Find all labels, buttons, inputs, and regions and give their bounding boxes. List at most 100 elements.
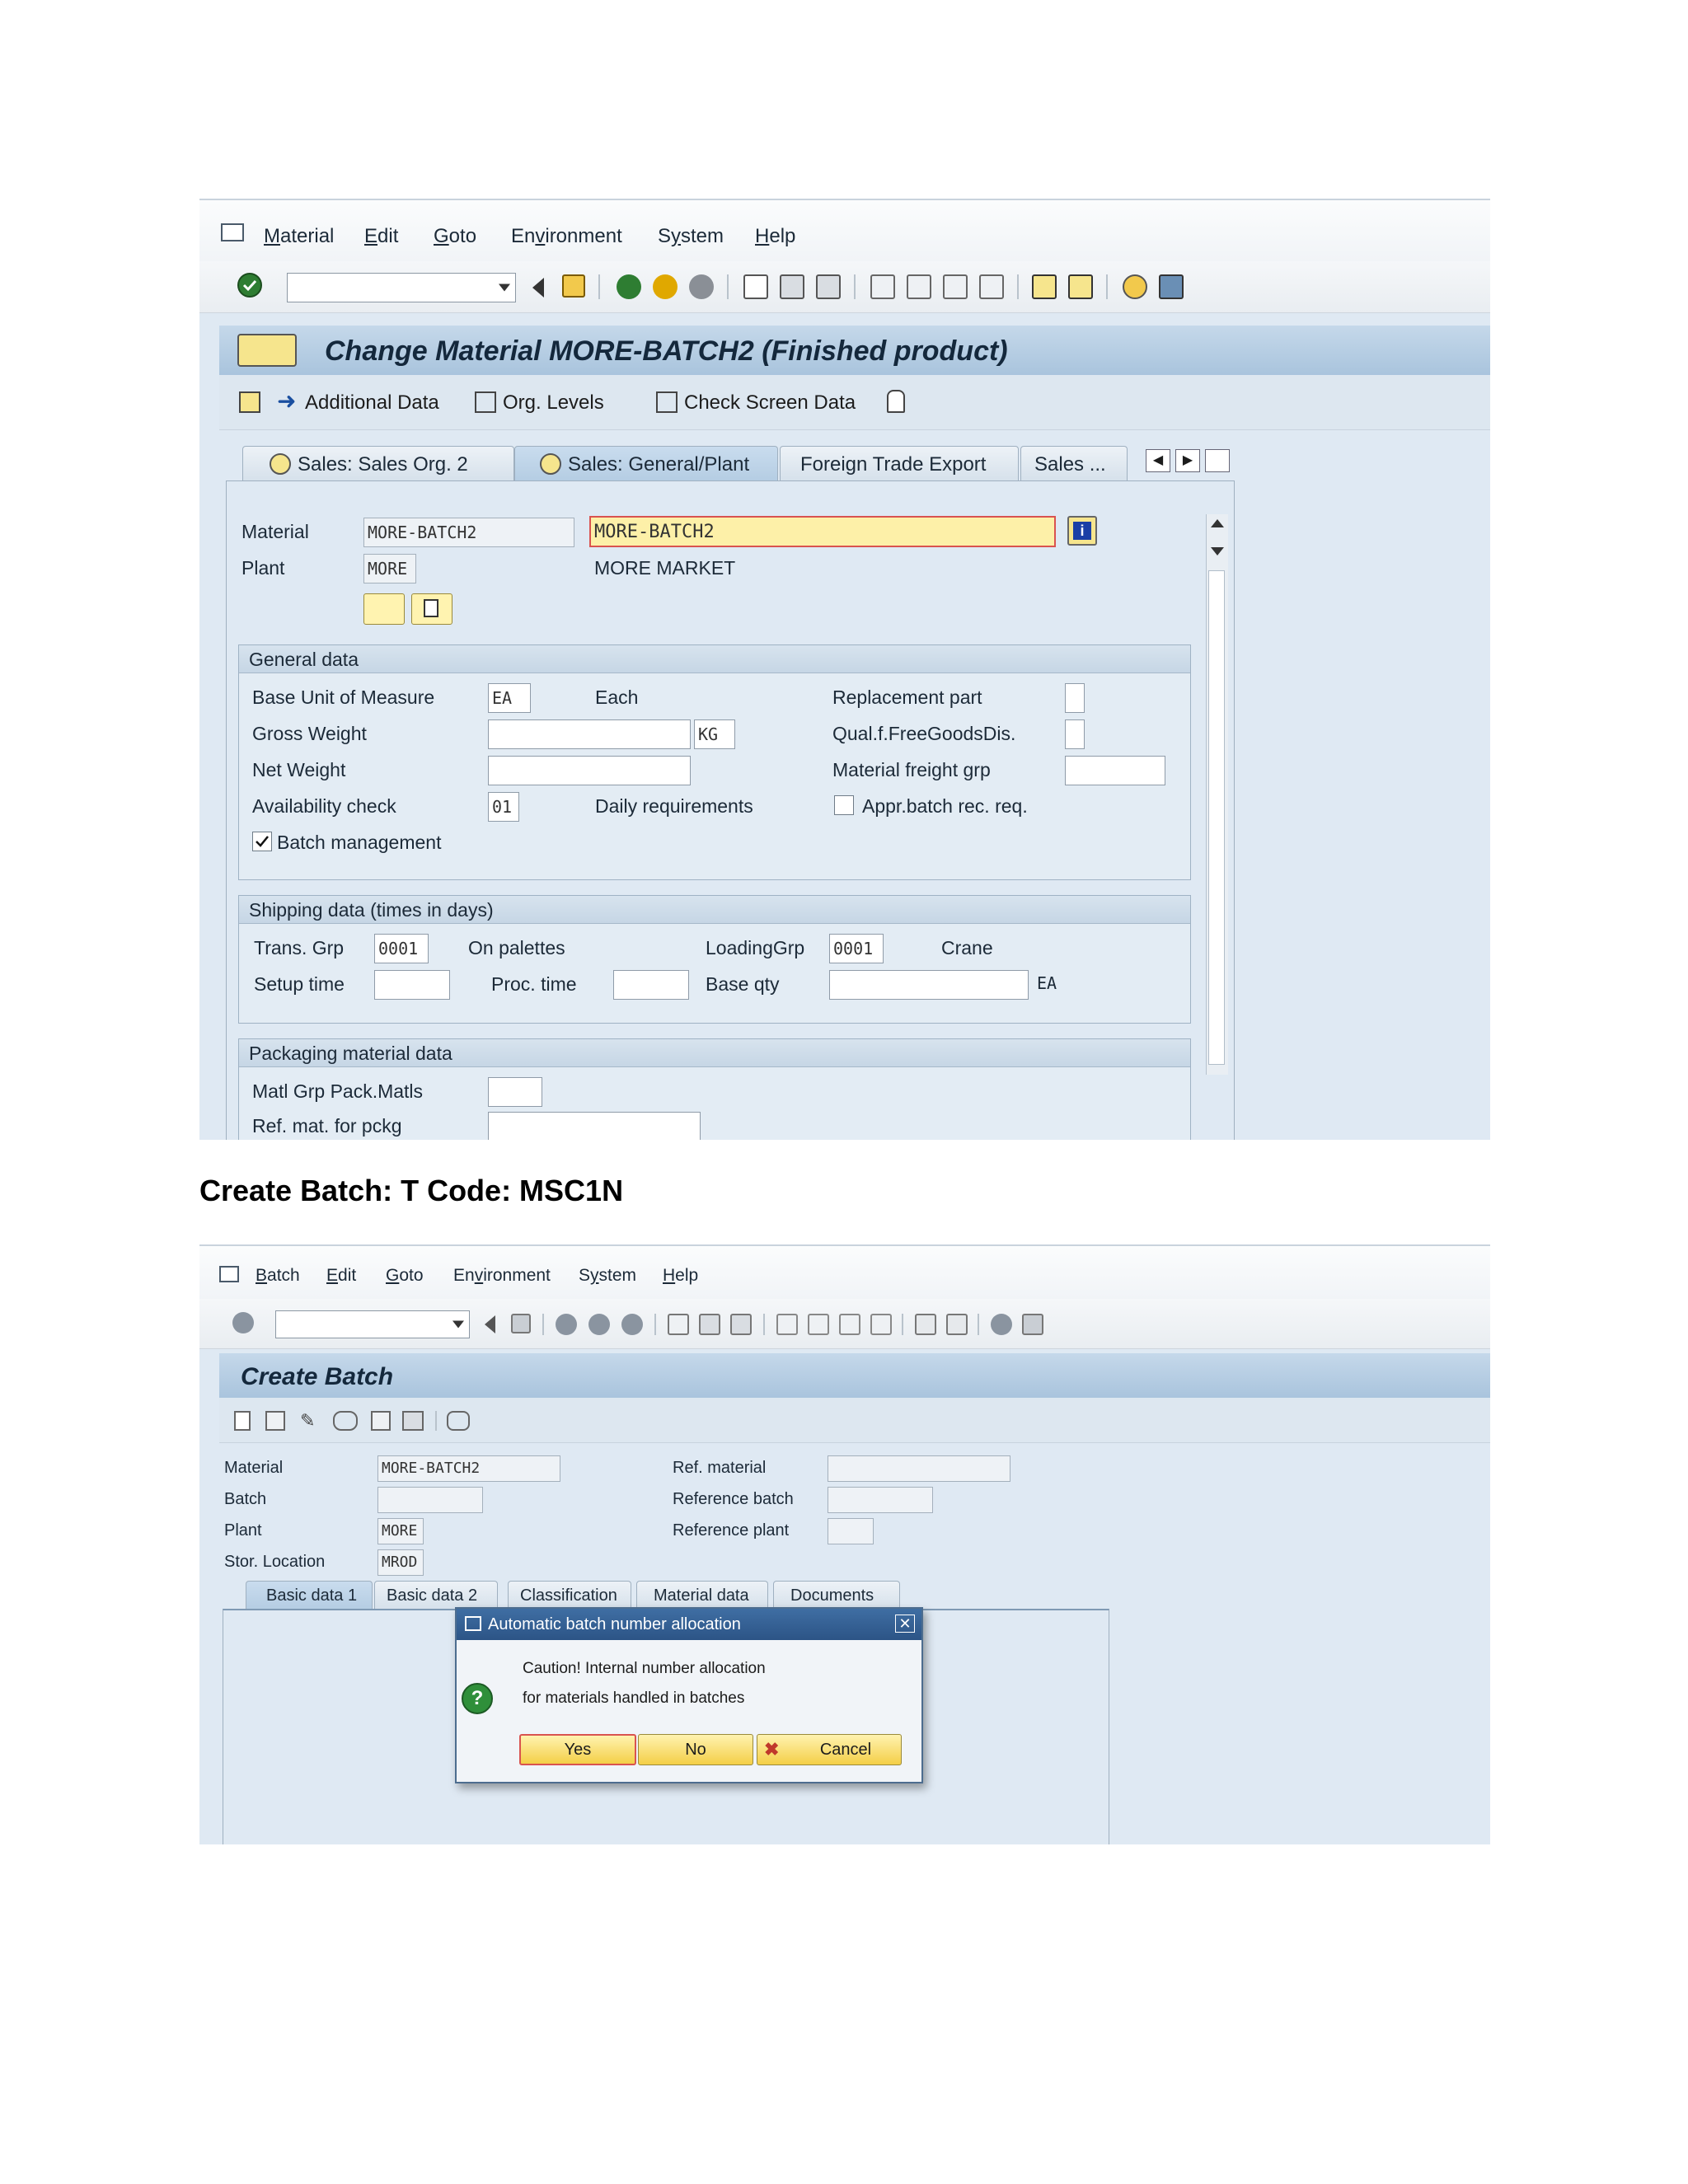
menu-batch[interactable]: Batch xyxy=(256,1266,300,1286)
loading-grp-field[interactable]: 0001 xyxy=(829,934,884,963)
back-arrow-icon[interactable] xyxy=(485,1315,495,1333)
menu-help[interactable]: Help xyxy=(755,225,795,248)
close-icon[interactable]: ✕ xyxy=(895,1615,915,1633)
weight-unit-field[interactable]: KG xyxy=(694,719,735,749)
menu-environment[interactable]: Environment xyxy=(453,1266,551,1286)
cancel-icon[interactable] xyxy=(621,1314,643,1335)
tab-basic-data-2[interactable]: Basic data 2 xyxy=(374,1581,498,1609)
help-icon[interactable] xyxy=(1123,274,1147,299)
find-icon[interactable] xyxy=(699,1314,720,1335)
tab-material-data[interactable]: Material data xyxy=(636,1581,768,1609)
chevron-down-icon[interactable] xyxy=(452,1320,464,1329)
tab-documents[interactable]: Documents xyxy=(773,1581,900,1609)
qual-free-goods-field[interactable] xyxy=(1065,719,1085,749)
matl-grp-pack-field[interactable] xyxy=(488,1077,542,1107)
create-icon[interactable] xyxy=(234,1411,251,1431)
new-session-icon[interactable] xyxy=(915,1314,936,1335)
menu-button-icon[interactable] xyxy=(237,334,297,367)
org-levels-button[interactable]: Org. Levels xyxy=(475,390,615,415)
proc-time-field[interactable] xyxy=(613,970,689,1000)
cancel-icon[interactable] xyxy=(689,274,714,299)
yes-button[interactable]: Yes xyxy=(519,1734,636,1765)
help-icon[interactable] xyxy=(991,1314,1012,1335)
next-page-icon[interactable] xyxy=(839,1314,860,1335)
save-icon[interactable] xyxy=(562,274,585,298)
menu-window-icon[interactable] xyxy=(221,223,244,241)
tab-foreign-trade-export[interactable]: Foreign Trade Export xyxy=(780,446,1019,480)
customize-layout-icon[interactable] xyxy=(1159,274,1184,299)
tab-sales-general-plant[interactable]: Sales: General/Plant xyxy=(514,446,778,480)
check-screen-data-button[interactable]: Check Screen Data xyxy=(656,390,870,415)
new-session-icon[interactable] xyxy=(1032,274,1057,299)
menu-material[interactable]: Material xyxy=(264,225,334,248)
menu-goto[interactable]: Goto xyxy=(434,225,476,248)
tab-sales-more[interactable]: Sales ... xyxy=(1020,446,1128,480)
menu-environment[interactable]: Environment xyxy=(511,225,622,248)
exit-icon[interactable] xyxy=(653,274,678,299)
document-icon[interactable] xyxy=(411,593,452,625)
cancel-button[interactable]: ✖ Cancel xyxy=(757,1734,902,1765)
tab-list-icon[interactable] xyxy=(1205,449,1230,472)
menu-help[interactable]: Help xyxy=(663,1266,698,1286)
batch-management-checkbox[interactable] xyxy=(252,832,272,851)
other-batch-icon[interactable] xyxy=(371,1411,391,1431)
find-next-icon[interactable] xyxy=(816,274,841,299)
menu-edit[interactable]: Edit xyxy=(364,225,398,248)
setup-time-field[interactable] xyxy=(374,970,450,1000)
no-button[interactable]: No xyxy=(638,1734,753,1765)
menu-system[interactable]: System xyxy=(579,1266,636,1286)
replacement-part-field[interactable] xyxy=(1065,683,1085,713)
scroll-thumb[interactable] xyxy=(1208,570,1225,1065)
tab-scroll-right-icon[interactable]: ▶ xyxy=(1175,449,1200,472)
first-page-icon[interactable] xyxy=(776,1314,798,1335)
display-glasses-icon[interactable] xyxy=(333,1411,358,1431)
back-arrow-icon[interactable] xyxy=(532,278,544,298)
stock-overview-icon[interactable] xyxy=(402,1411,424,1431)
next-page-icon[interactable] xyxy=(943,274,968,299)
enter-check-icon[interactable] xyxy=(237,273,262,298)
tab-basic-data-1[interactable]: Basic data 1 xyxy=(246,1581,373,1609)
lock-icon[interactable] xyxy=(887,390,905,413)
menu-system[interactable]: System xyxy=(658,225,724,248)
scroll-down-icon[interactable] xyxy=(1211,547,1224,555)
where-used-icon[interactable] xyxy=(447,1411,470,1431)
appr-batch-checkbox[interactable] xyxy=(834,795,854,815)
other-material-icon[interactable] xyxy=(239,391,260,413)
last-page-icon[interactable] xyxy=(979,274,1004,299)
glasses-icon[interactable] xyxy=(363,593,405,625)
net-weight-field[interactable] xyxy=(488,756,691,785)
menu-goto[interactable]: Goto xyxy=(386,1266,424,1286)
menu-window-icon[interactable] xyxy=(219,1266,239,1282)
back-icon[interactable] xyxy=(556,1314,577,1335)
ref-mat-pckg-field[interactable] xyxy=(488,1112,701,1140)
trans-grp-field[interactable]: 0001 xyxy=(374,934,429,963)
tab-scroll-left-icon[interactable]: ◀ xyxy=(1146,449,1170,472)
availability-field[interactable]: 01 xyxy=(488,792,519,822)
gross-weight-field[interactable] xyxy=(488,719,691,749)
menu-edit[interactable]: Edit xyxy=(326,1266,356,1286)
previous-page-icon[interactable] xyxy=(808,1314,829,1335)
customize-layout-icon[interactable] xyxy=(1022,1314,1043,1335)
base-qty-field[interactable] xyxy=(829,970,1029,1000)
material-freight-field[interactable] xyxy=(1065,756,1165,785)
enter-check-icon[interactable] xyxy=(232,1312,254,1333)
copy-icon[interactable] xyxy=(265,1411,285,1431)
save-icon[interactable] xyxy=(511,1314,531,1333)
change-pencil-icon[interactable]: ✎ xyxy=(300,1411,320,1431)
info-icon[interactable]: i xyxy=(1067,516,1097,546)
print-icon[interactable] xyxy=(743,274,768,299)
last-page-icon[interactable] xyxy=(870,1314,892,1335)
tab-sales-org-2[interactable]: Sales: Sales Org. 2 xyxy=(242,446,514,480)
print-icon[interactable] xyxy=(668,1314,689,1335)
base-uom-field[interactable]: EA xyxy=(488,683,531,713)
exit-icon[interactable] xyxy=(588,1314,610,1335)
chevron-down-icon[interactable] xyxy=(499,284,510,292)
command-field[interactable] xyxy=(275,1310,470,1338)
back-icon[interactable] xyxy=(617,274,641,299)
find-icon[interactable] xyxy=(780,274,804,299)
scroll-up-icon[interactable] xyxy=(1211,519,1224,527)
shortcut-icon[interactable] xyxy=(1068,274,1093,299)
shortcut-icon[interactable] xyxy=(946,1314,968,1335)
command-field[interactable] xyxy=(287,273,516,302)
find-next-icon[interactable] xyxy=(730,1314,752,1335)
